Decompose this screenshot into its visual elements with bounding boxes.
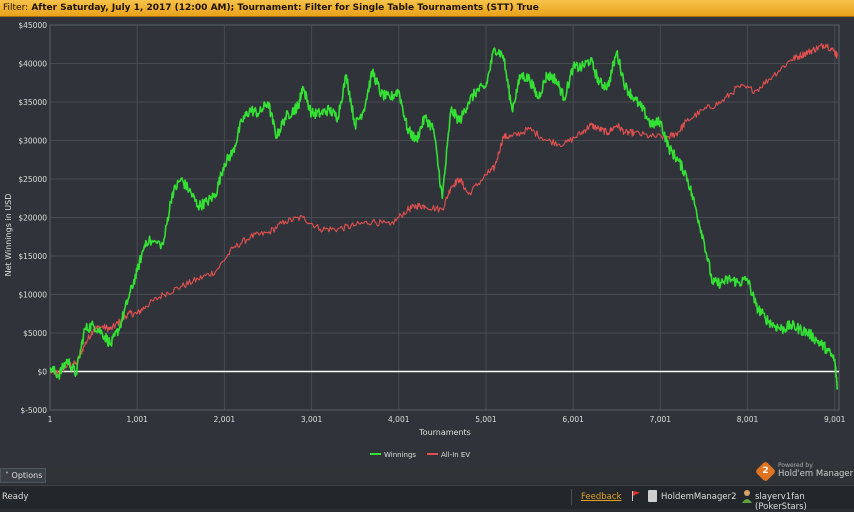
x-tick-label: 6,001 xyxy=(562,415,584,424)
options-button[interactable]: ˄ Options xyxy=(0,468,46,483)
x-tick-label: 1 xyxy=(48,415,53,424)
logo-number: 2 xyxy=(762,466,769,476)
y-tick-label: $45000 xyxy=(18,21,47,30)
x-tick-label: 1,001 xyxy=(126,415,148,424)
app-label[interactable]: HoldemManager2 xyxy=(661,492,737,502)
y-tick-label: $15000 xyxy=(18,252,47,261)
y-tick-label: $5000 xyxy=(23,329,47,338)
status-text: Ready xyxy=(2,492,29,502)
holdem-manager-icon xyxy=(648,490,657,502)
net-winnings-chart: $-5000 $0 $5000 $10000 $15000 $20000 $25000 $30… xyxy=(4,21,846,459)
legend-label: Winnings xyxy=(384,451,416,459)
user-icon xyxy=(742,490,752,503)
x-tick-labels: 1 1,001 2,001 3,001 4,001 5,001 6,001 7,001 8,00… xyxy=(48,415,846,424)
y-tick-label: $30000 xyxy=(18,137,47,146)
brand-name: Hold'em Manager xyxy=(778,469,854,479)
y-tick-label: $35000 xyxy=(18,98,47,107)
hm2-logo-icon: 2 xyxy=(754,460,777,483)
options-bar: ˄ Options xyxy=(0,467,854,484)
status-bar: Ready Feedback HoldemManager2 slayerv1fa… xyxy=(0,485,854,512)
y-tick-labels: $-5000 $0 $5000 $10000 $15000 $20000 $25000 $30… xyxy=(18,21,47,415)
filter-bar: Filter: After Saturday, July 1, 2017 (12… xyxy=(0,0,854,17)
caret-up-icon: ˄ xyxy=(5,471,9,480)
flag-icon[interactable] xyxy=(631,491,641,501)
x-tick-label: 9,001 xyxy=(824,415,846,424)
status-separator xyxy=(571,489,572,505)
legend: Winnings All-In EV xyxy=(370,451,470,459)
x-tick-label: 8,001 xyxy=(737,415,759,424)
legend-label: All-In EV xyxy=(441,451,470,459)
x-axis-label: Tournaments xyxy=(418,428,471,437)
y-tick-label: $-5000 xyxy=(20,406,47,415)
powered-by-label: Powered by xyxy=(778,462,813,469)
options-label: Options xyxy=(11,471,43,480)
y-tick-label: $40000 xyxy=(18,60,47,69)
user-label[interactable]: slayerv1fan (PokerStars) xyxy=(755,492,854,512)
y-tick-label: $20000 xyxy=(18,214,47,223)
branding: 2 Powered by Hold'em Manager xyxy=(754,459,854,485)
x-tick-label: 4,001 xyxy=(388,415,410,424)
y-tick-label: $0 xyxy=(37,368,47,377)
x-tick-label: 5,001 xyxy=(475,415,497,424)
chart-area: $-5000 $0 $5000 $10000 $15000 $20000 $25000 $30… xyxy=(0,17,854,467)
x-tick-label: 3,001 xyxy=(301,415,323,424)
x-tick-label: 7,001 xyxy=(650,415,672,424)
y-axis-label: Net Winnings in USD xyxy=(4,194,13,277)
x-tick-label: 2,001 xyxy=(214,415,236,424)
filter-text: After Saturday, July 1, 2017 (12:00 AM);… xyxy=(31,3,539,13)
y-tick-label: $10000 xyxy=(18,291,47,300)
filter-label: Filter: xyxy=(3,3,29,13)
feedback-link[interactable]: Feedback xyxy=(581,492,621,502)
y-tick-label: $25000 xyxy=(18,175,47,184)
